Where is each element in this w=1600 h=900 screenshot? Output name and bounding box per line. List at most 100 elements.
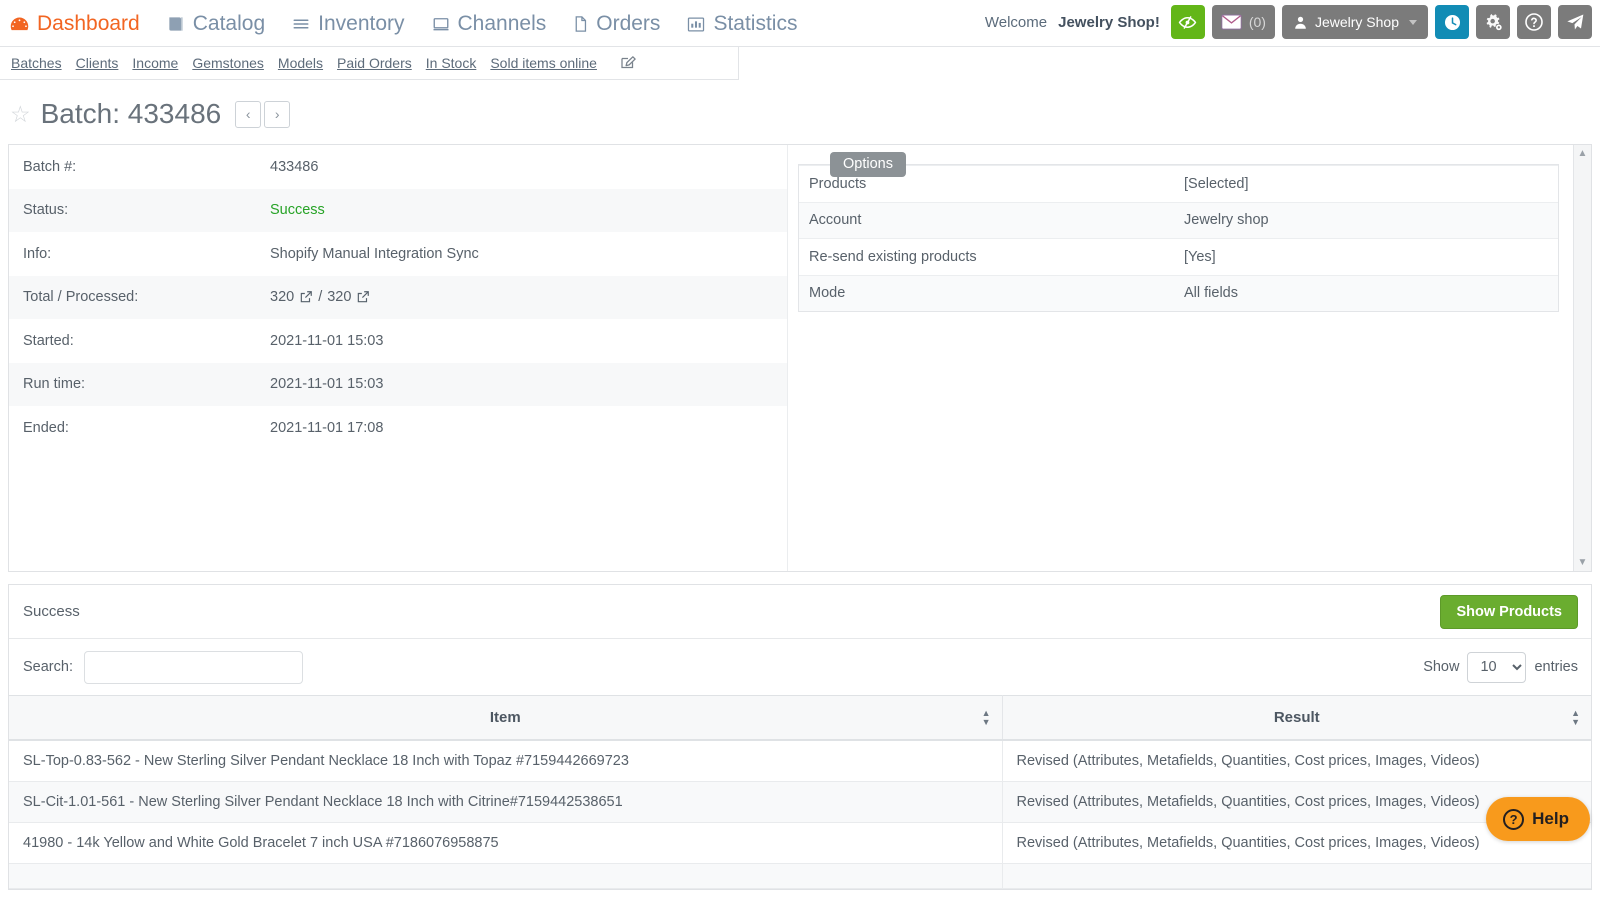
search-input[interactable]	[84, 651, 303, 684]
nav-item-inventory[interactable]: Inventory	[291, 12, 404, 36]
subnav-item-batches[interactable]: Batches	[11, 55, 62, 71]
sub-navigation-links: Batches Clients Income Gemstones Models …	[0, 54, 637, 72]
search-label: Search:	[23, 659, 73, 675]
top-header: Dashboard Catalog Inventory	[0, 0, 1600, 47]
results-title: Success	[23, 603, 80, 620]
column-header-result-label: Result	[1274, 709, 1320, 726]
scroll-up-icon[interactable]: ▲	[1578, 145, 1588, 162]
cell-item	[9, 864, 1002, 889]
option-row-mode: Mode All fields	[799, 275, 1558, 312]
search-group: Search:	[23, 651, 303, 684]
settings-button[interactable]	[1476, 5, 1510, 39]
scroll-down-icon[interactable]: ▼	[1578, 554, 1588, 571]
gears-icon	[1483, 12, 1503, 32]
cell-item: SL-Cit-1.01-561 - New Sterling Silver Pe…	[9, 782, 1002, 823]
account-menu-button[interactable]: Jewelry Shop	[1282, 5, 1428, 39]
page-title-bar: ☆ Batch: 433486 ‹ ›	[0, 80, 1600, 144]
message-count: (0)	[1249, 14, 1266, 30]
detail-row-started: Started: 2021-11-01 15:03	[9, 319, 787, 363]
edit-icon[interactable]	[619, 54, 637, 72]
chevron-down-icon	[1409, 20, 1417, 25]
messages-button[interactable]: (0)	[1212, 5, 1275, 39]
detail-value: 2021-11-01 15:03	[270, 333, 383, 349]
previous-batch-button[interactable]: ‹	[235, 101, 261, 128]
clock-icon	[1443, 13, 1462, 32]
send-button[interactable]	[1558, 5, 1592, 39]
subnav-item-income[interactable]: Income	[132, 55, 178, 71]
main-navigation: Dashboard Catalog Inventory	[0, 0, 797, 40]
record-pager: ‹ ›	[235, 101, 290, 128]
nav-item-statistics[interactable]: Statistics	[686, 12, 797, 36]
help-widget-label: Help	[1532, 809, 1569, 829]
paper-plane-icon	[1565, 12, 1585, 32]
entries-group: Show 10 25 50 100 entries	[1423, 652, 1578, 683]
detail-value: Shopify Manual Integration Sync	[270, 246, 479, 262]
nav-label-channels: Channels	[458, 12, 547, 36]
preview-toggle-button[interactable]	[1171, 5, 1205, 39]
show-suffix-label: entries	[1534, 659, 1578, 675]
detail-label: Status:	[23, 202, 270, 218]
detail-label: Run time:	[23, 376, 270, 392]
sort-icon: ▲▼	[982, 710, 991, 726]
account-name: Jewelry Shop	[1315, 14, 1399, 30]
results-header: Success Show Products	[9, 585, 1591, 639]
total-processed-separator: /	[318, 289, 322, 305]
shop-greeting: Jewelry Shop!	[1058, 14, 1164, 31]
options-column: Options Products [Selected] Account Jewe…	[788, 145, 1591, 571]
table-row[interactable]: SL-Top-0.83-562 - New Sterling Silver Pe…	[9, 740, 1591, 782]
table-row[interactable]: SL-Cit-1.01-561 - New Sterling Silver Pe…	[9, 782, 1591, 823]
subnav-item-paid-orders[interactable]: Paid Orders	[337, 55, 412, 71]
table-row[interactable]	[9, 864, 1591, 889]
nav-item-dashboard[interactable]: Dashboard	[9, 12, 140, 36]
entries-per-page-select[interactable]: 10 25 50 100	[1467, 652, 1526, 683]
column-header-item[interactable]: Item ▲▼	[9, 696, 1002, 741]
detail-label: Ended:	[23, 420, 270, 436]
nav-item-channels[interactable]: Channels	[431, 12, 547, 36]
show-prefix-label: Show	[1423, 659, 1459, 675]
show-products-button[interactable]: Show Products	[1440, 595, 1578, 629]
detail-row-batch-number: Batch #: 433486	[9, 145, 787, 189]
subnav-item-clients[interactable]: Clients	[76, 55, 119, 71]
results-table: Item ▲▼ Result ▲▼ SL-Top-0.83-562 - New …	[9, 695, 1591, 889]
option-row-account: Account Jewelry shop	[799, 202, 1558, 239]
page-title: Batch: 433486	[41, 98, 222, 130]
column-header-result[interactable]: Result ▲▼	[1002, 696, 1591, 741]
help-button[interactable]	[1517, 5, 1551, 39]
options-tab-label: Options	[830, 152, 906, 177]
cell-result: Revised (Attributes, Metafields, Quantit…	[1002, 740, 1591, 782]
detail-label: Total / Processed:	[23, 289, 270, 305]
option-label: Re-send existing products	[809, 249, 1184, 265]
document-icon	[572, 14, 589, 34]
option-value: [Yes]	[1184, 249, 1216, 265]
subnav-item-models[interactable]: Models	[278, 55, 323, 71]
external-link-icon[interactable]	[356, 290, 370, 304]
nav-label-statistics: Statistics	[713, 12, 797, 36]
detail-value: 320 / 320	[270, 289, 370, 305]
help-widget[interactable]: ? Help	[1486, 797, 1590, 841]
subnav-item-in-stock[interactable]: In Stock	[426, 55, 477, 71]
detail-panel-scrollbar[interactable]: ▲ ▼	[1573, 145, 1591, 571]
question-circle-icon: ?	[1503, 809, 1524, 830]
next-batch-button[interactable]: ›	[264, 101, 290, 128]
table-row[interactable]: 41980 - 14k Yellow and White Gold Bracel…	[9, 823, 1591, 864]
cell-result	[1002, 864, 1591, 889]
detail-row-run-time: Run time: 2021-11-01 15:03	[9, 363, 787, 407]
detail-row-status: Status: Success	[9, 189, 787, 233]
book-icon	[166, 14, 186, 34]
question-circle-icon	[1524, 12, 1544, 32]
nav-item-orders[interactable]: Orders	[572, 12, 660, 36]
subnav-item-gemstones[interactable]: Gemstones	[192, 55, 264, 71]
history-button[interactable]	[1435, 5, 1469, 39]
option-label: Mode	[809, 285, 1184, 301]
external-link-icon[interactable]	[299, 290, 313, 304]
results-panel: Success Show Products Search: Show 10 25…	[8, 584, 1592, 890]
bar-chart-icon	[686, 15, 706, 34]
eye-slash-icon	[1178, 13, 1197, 32]
monitor-icon	[431, 15, 451, 33]
subnav-item-sold-items-online[interactable]: Sold items online	[490, 55, 597, 71]
star-outline-icon[interactable]: ☆	[10, 103, 31, 126]
status-badge: Success	[270, 202, 325, 218]
option-value: [Selected]	[1184, 176, 1249, 192]
option-row-products: Products [Selected]	[799, 165, 1558, 202]
nav-item-catalog[interactable]: Catalog	[166, 12, 265, 36]
